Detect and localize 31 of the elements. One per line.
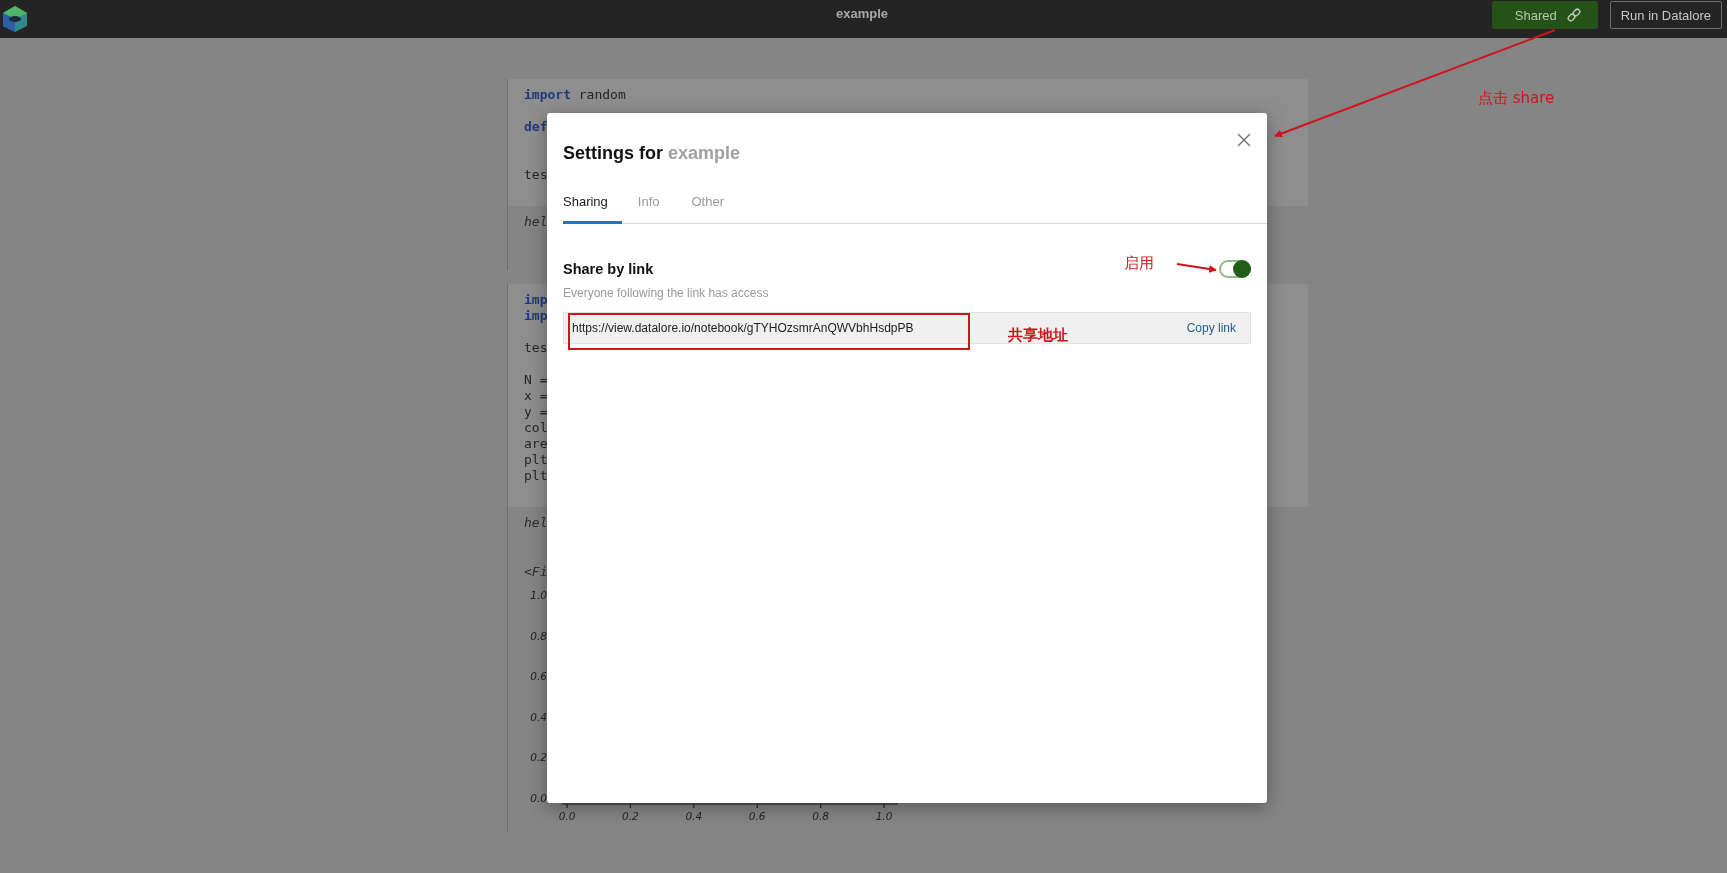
output-text: hel bbox=[524, 214, 549, 230]
annotation-text: 启用 bbox=[1124, 254, 1154, 273]
tick-label: 0.4 bbox=[685, 810, 703, 822]
tick-label: 0.2 bbox=[530, 751, 547, 764]
close-icon[interactable] bbox=[1235, 131, 1253, 149]
tick-label: 0.8 bbox=[812, 810, 829, 822]
output-text: <Fi bbox=[524, 564, 549, 580]
annotation-text: 共享地址 bbox=[1008, 326, 1068, 345]
copy-link[interactable]: Copy link bbox=[1186, 321, 1236, 335]
logo-icon bbox=[2, 5, 28, 33]
notebook-title: example bbox=[835, 6, 888, 21]
link-icon bbox=[1566, 8, 1581, 22]
annotation-arrow bbox=[1176, 263, 1217, 273]
tick-label: 0.8 bbox=[530, 629, 547, 642]
tick-label: 0.6 bbox=[748, 810, 766, 822]
tick-label: 0.0 bbox=[558, 810, 576, 822]
annotation-text: 点击 share bbox=[1478, 89, 1555, 108]
tick-label: 0.0 bbox=[530, 792, 547, 804]
toggle-switch[interactable] bbox=[1219, 260, 1251, 278]
output-text: hel bbox=[524, 515, 549, 531]
tick-label: 0.2 bbox=[622, 810, 639, 822]
tick-label: 1.0 bbox=[530, 589, 547, 601]
tick-label: 0.4 bbox=[530, 710, 547, 723]
description-text: Everyone following the link has access bbox=[563, 286, 770, 300]
tick-label: 0.6 bbox=[530, 670, 547, 683]
section-heading: Share by link bbox=[563, 261, 654, 277]
shared-button[interactable]: Shared bbox=[1491, 1, 1598, 29]
run-button[interactable]: Run in Datalore bbox=[1609, 1, 1722, 29]
tick-label: 1.0 bbox=[875, 810, 893, 822]
dialog-title: Settings for example bbox=[563, 143, 741, 164]
tab[interactable]: Sharing bbox=[563, 184, 622, 224]
